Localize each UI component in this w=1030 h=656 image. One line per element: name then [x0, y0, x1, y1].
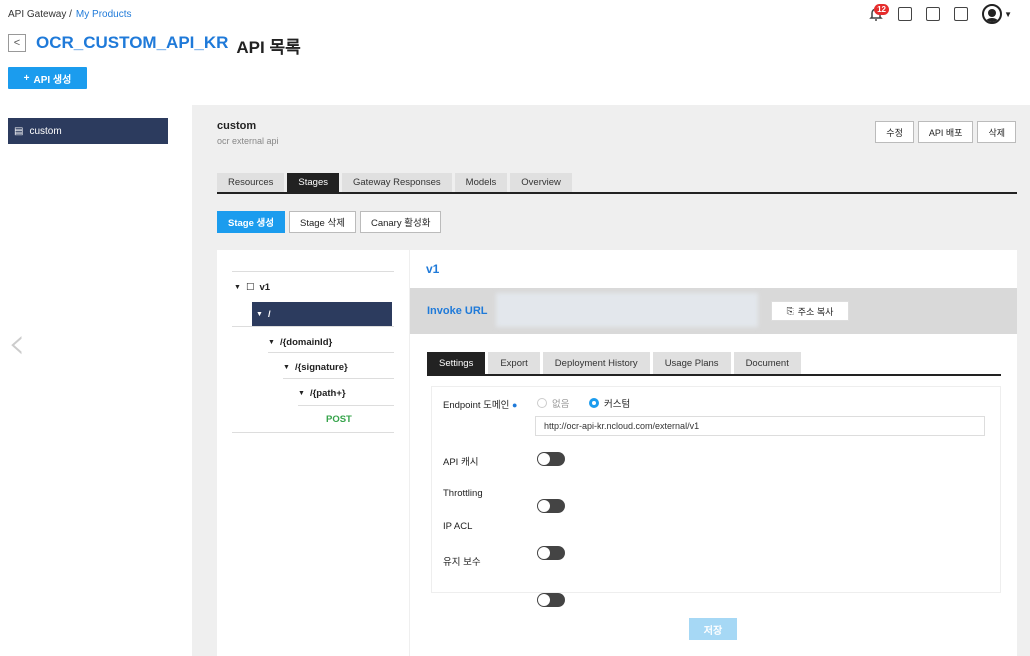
- tree-node-domainid[interactable]: ▼ /{domainId}: [268, 337, 332, 348]
- notification-bell-icon[interactable]: 12: [868, 4, 889, 22]
- tree-stage-v1[interactable]: ▼ ☐ v1: [234, 282, 270, 293]
- folder-icon: ☐: [245, 282, 255, 293]
- caret-down-icon: ▼: [283, 364, 290, 371]
- radio-custom-label: 커스텀: [604, 399, 631, 410]
- caret-down-icon: ▼: [1004, 9, 1012, 19]
- endpoint-url-input[interactable]: http://ocr-api-kr.ncloud.com/external/v1: [535, 416, 985, 436]
- page-title: OCR_CUSTOM_API_KR API 목록: [36, 33, 301, 58]
- tab-models[interactable]: Models: [454, 173, 508, 192]
- enable-canary-button[interactable]: Canary 활성화: [359, 211, 442, 233]
- throttling-label: Throttling: [443, 488, 483, 499]
- user-menu[interactable]: ▼: [982, 4, 1012, 24]
- required-dot-icon: ●: [512, 400, 518, 410]
- throttling-toggle[interactable]: [537, 499, 565, 513]
- divider: [232, 326, 394, 327]
- breadcrumb-root[interactable]: API Gateway /: [8, 9, 72, 20]
- api-cache-toggle[interactable]: [537, 452, 565, 466]
- copy-address-button[interactable]: ⎘ 주소 복사: [771, 301, 849, 321]
- page-heading: API 목록: [236, 38, 301, 57]
- stage-title: v1: [426, 262, 440, 276]
- tree-node-label: /: [267, 308, 271, 320]
- edit-button[interactable]: 수정: [875, 121, 914, 143]
- stage-actions: Stage 생성 Stage 삭제 Canary 활성화: [217, 211, 442, 233]
- tab-deployment-history[interactable]: Deployment History: [542, 352, 650, 374]
- tab-document[interactable]: Document: [733, 352, 801, 374]
- detail-tabs: Settings Export Deployment History Usage…: [427, 352, 1001, 376]
- document-icon[interactable]: [954, 7, 969, 21]
- delete-button[interactable]: 삭제: [977, 121, 1016, 143]
- caret-down-icon: ▼: [298, 390, 305, 397]
- back-button[interactable]: <: [8, 34, 26, 52]
- ip-acl-label: IP ACL: [443, 521, 473, 532]
- plus-icon: +: [23, 72, 30, 84]
- delete-stage-button[interactable]: Stage 삭제: [289, 211, 356, 233]
- caret-down-icon: ▼: [268, 339, 275, 346]
- main-tabs: Resources Stages Gateway Responses Model…: [217, 173, 1017, 194]
- maintenance-label: 유지 보수: [443, 557, 481, 568]
- list-icon: ▤: [14, 125, 24, 137]
- radio-none[interactable]: 없음: [537, 396, 569, 410]
- breadcrumb: API Gateway / My Products: [8, 9, 132, 20]
- create-api-label: API 생성: [33, 74, 72, 86]
- save-button[interactable]: 저장: [689, 618, 737, 640]
- caret-down-icon: ▼: [256, 310, 263, 318]
- divider: [298, 405, 394, 406]
- api-actions: 수정 API 배포 삭제: [875, 121, 1016, 143]
- tab-settings[interactable]: Settings: [427, 352, 486, 374]
- radio-custom-icon: [589, 398, 599, 408]
- api-name: custom: [217, 120, 257, 132]
- api-description: ocr external api: [217, 136, 279, 146]
- divider: [232, 271, 394, 272]
- maintenance-toggle[interactable]: [537, 593, 565, 607]
- divider: [283, 378, 394, 379]
- chat-icon[interactable]: [898, 7, 913, 21]
- tree-node-path[interactable]: ▼ /{path+}: [298, 388, 346, 399]
- chevron-left-icon[interactable]: ‹: [8, 318, 26, 369]
- tab-overview[interactable]: Overview: [510, 173, 572, 192]
- sidebar: [0, 105, 192, 656]
- sidebar-item-label: custom: [29, 125, 62, 137]
- sidebar-item-custom[interactable]: ▤ custom: [8, 118, 168, 144]
- tab-gateway-responses[interactable]: Gateway Responses: [342, 173, 452, 192]
- ip-acl-toggle[interactable]: [537, 546, 565, 560]
- notification-badge: 12: [874, 4, 889, 15]
- product-name: OCR_CUSTOM_API_KR: [36, 33, 229, 52]
- tab-usage-plans[interactable]: Usage Plans: [652, 352, 731, 374]
- deploy-api-button[interactable]: API 배포: [917, 121, 974, 143]
- radio-custom[interactable]: 커스텀: [589, 396, 630, 410]
- invoke-url-value-redacted: [496, 293, 758, 327]
- caret-down-icon: ▼: [234, 284, 241, 291]
- avatar-icon: [982, 4, 1003, 24]
- divider: [268, 352, 394, 353]
- tree-node-label: /{path+}: [309, 388, 346, 399]
- copy-icon: ⎘: [786, 305, 794, 316]
- tree-method-post[interactable]: POST: [326, 414, 352, 425]
- divider: [232, 432, 394, 433]
- radio-none-label: 없음: [552, 399, 570, 410]
- create-api-button[interactable]: + API 생성: [8, 67, 87, 89]
- endpoint-label-text: Endpoint 도메인: [443, 400, 510, 411]
- calendar-icon[interactable]: [926, 7, 941, 21]
- top-toolbar: 12 ▼: [868, 4, 1012, 24]
- tree-node-label: /{domainId}: [279, 337, 333, 348]
- breadcrumb-current[interactable]: My Products: [76, 9, 132, 20]
- tab-resources[interactable]: Resources: [217, 173, 285, 192]
- tree-node-label: /{signature}: [294, 362, 348, 373]
- tree-node-root[interactable]: ▼ /: [252, 302, 392, 326]
- tree-node-signature[interactable]: ▼ /{signature}: [283, 362, 348, 373]
- tree-stage-label: v1: [259, 282, 271, 293]
- invoke-url-label: Invoke URL: [427, 305, 488, 317]
- radio-none-icon: [537, 398, 547, 408]
- api-cache-label: API 캐시: [443, 457, 479, 468]
- endpoint-domain-label: Endpoint 도메인 ●: [443, 397, 517, 411]
- tab-export[interactable]: Export: [488, 352, 540, 374]
- copy-label: 주소 복사: [797, 306, 834, 317]
- tab-stages[interactable]: Stages: [287, 173, 339, 192]
- create-stage-button[interactable]: Stage 생성: [217, 211, 285, 233]
